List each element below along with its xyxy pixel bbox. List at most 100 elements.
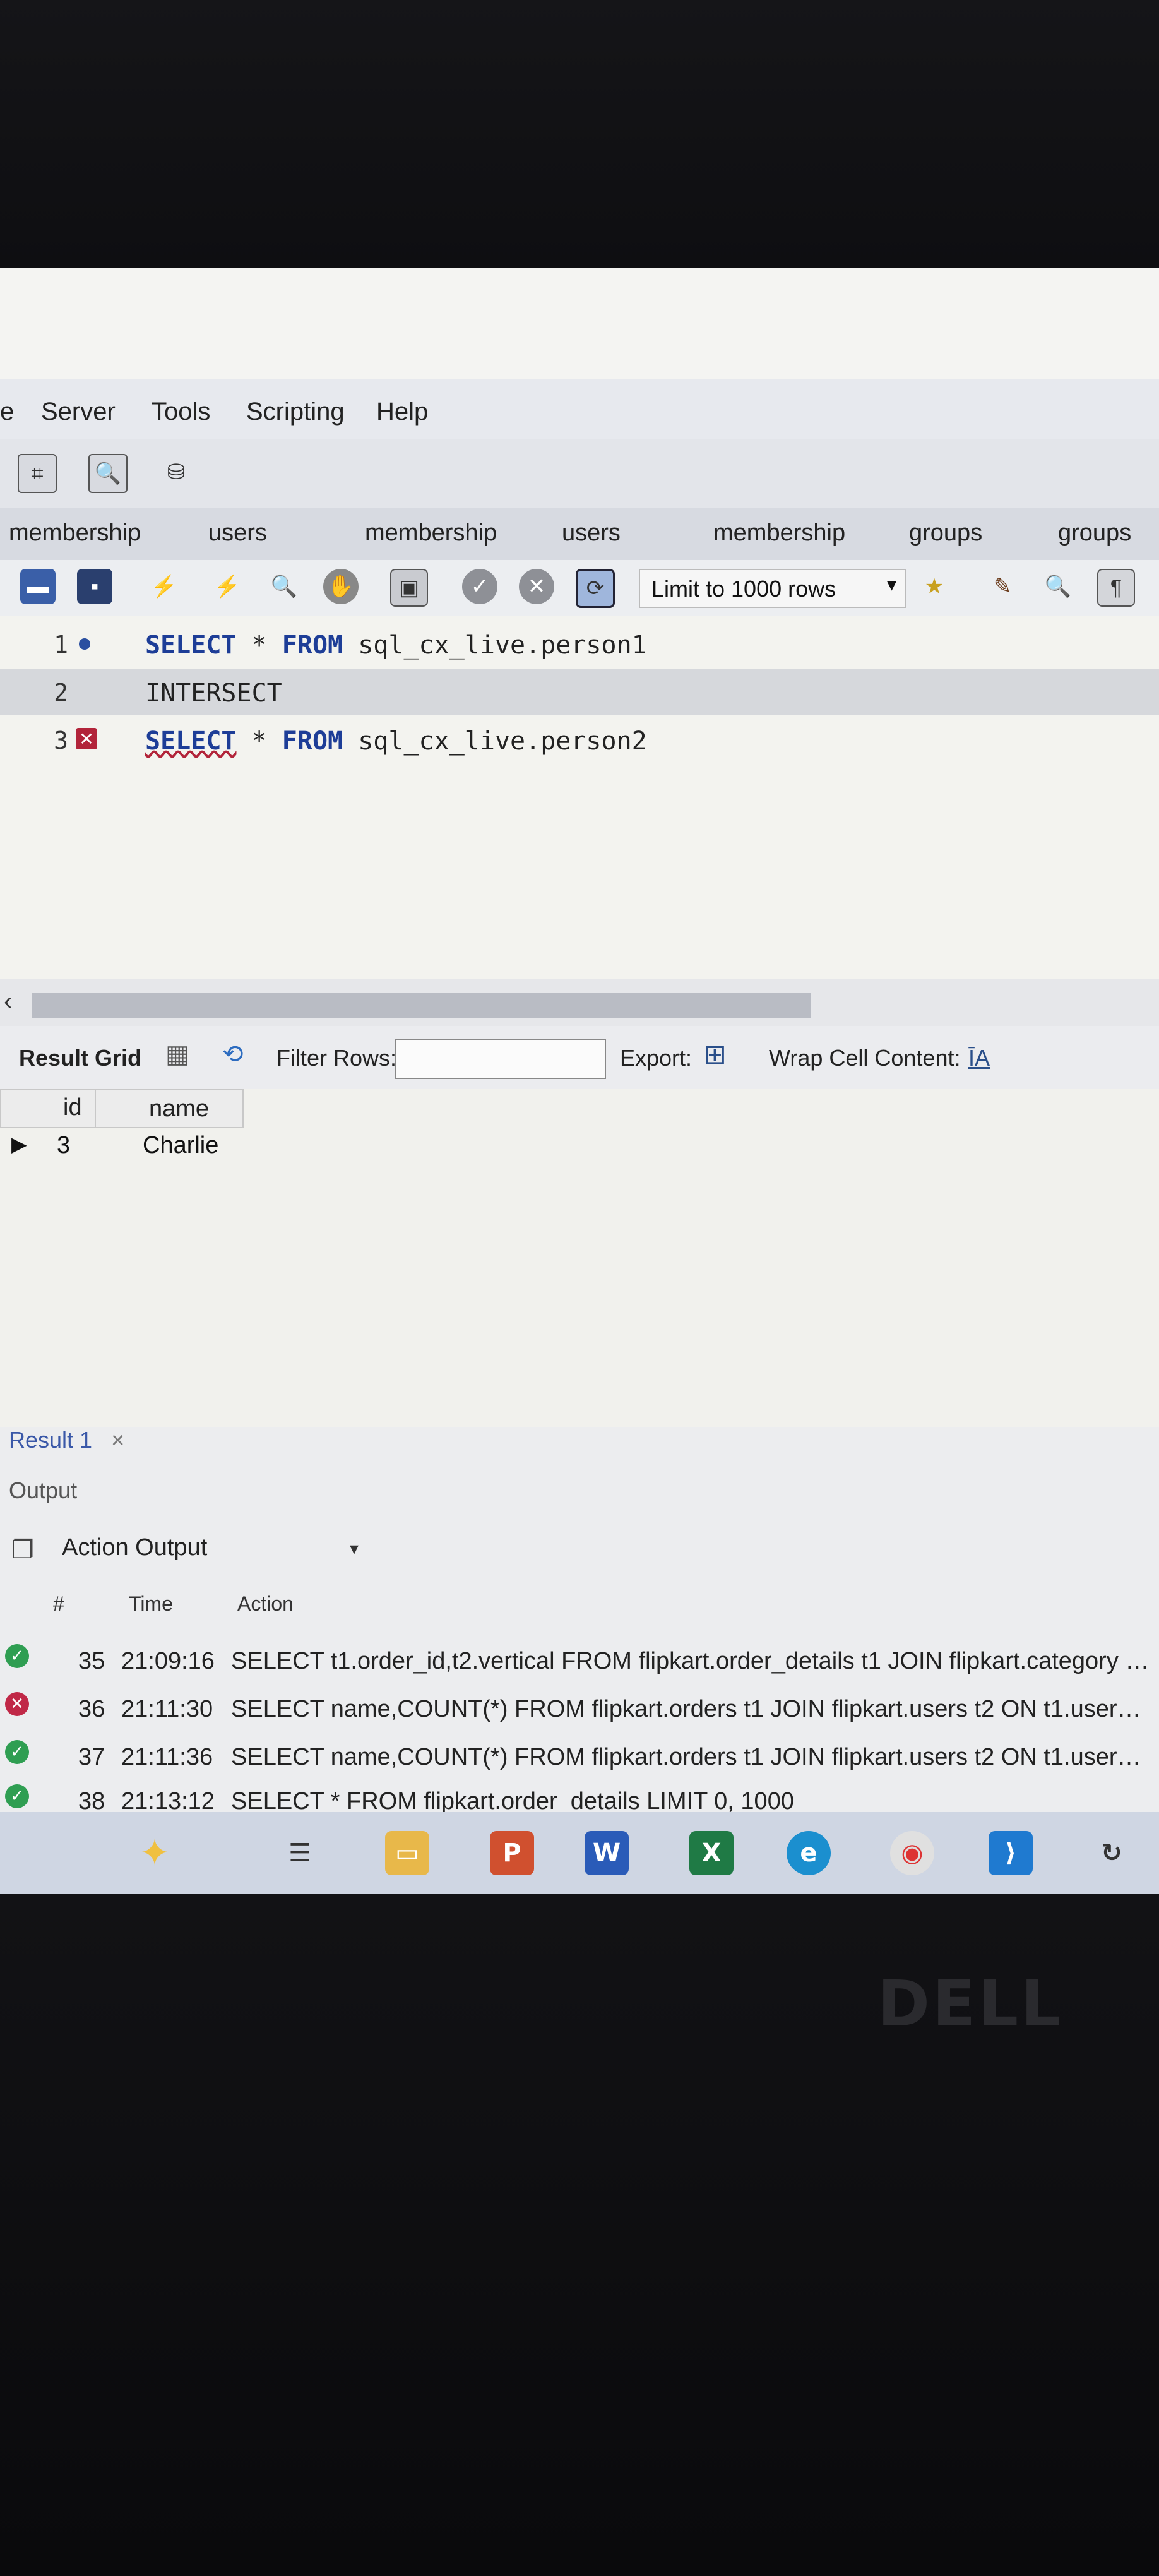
title-bar xyxy=(0,268,1159,379)
statement-dot-icon xyxy=(79,638,90,650)
line-number: 3 xyxy=(54,727,68,754)
close-icon[interactable]: × xyxy=(111,1427,124,1453)
edge-icon[interactable]: e xyxy=(787,1831,831,1875)
row-time: 21:09:16 xyxy=(121,1648,215,1674)
tab-users-1[interactable]: users xyxy=(208,520,267,547)
grid-icon[interactable]: ▦ xyxy=(165,1040,189,1069)
row-action: SELECT name,COUNT(*) FROM flipkart.order… xyxy=(231,1744,1153,1770)
stop-icon[interactable]: ✋ xyxy=(323,569,359,604)
output-panel: Result 1 × Output ❐ Action Output ▾ # Ti… xyxy=(0,1427,1159,1815)
refresh-icon[interactable]: ⟲ xyxy=(222,1040,244,1069)
tab-users-2[interactable]: users xyxy=(562,520,621,547)
line-number: 2 xyxy=(54,679,68,707)
column-header-id[interactable]: id xyxy=(0,1089,96,1128)
sql-editor[interactable]: 1 SELECT * FROM sql_cx_live.person1 2 IN… xyxy=(0,616,1159,979)
limit-rows-label: Limit to 1000 rows xyxy=(651,576,836,602)
save-icon[interactable]: ▪ xyxy=(77,569,112,604)
row-time: 21:13:12 xyxy=(121,1788,215,1815)
taskbar: ✦ ☰ ▭ P W X e ◉ ⟩ ↻ xyxy=(0,1812,1159,1894)
row-number: 37 xyxy=(78,1744,105,1770)
tab-groups-1[interactable]: groups xyxy=(909,520,982,547)
menu-scripting[interactable]: Scripting xyxy=(246,398,345,426)
scroll-thumb[interactable] xyxy=(32,993,811,1018)
powerpoint-icon[interactable]: P xyxy=(490,1831,534,1875)
row-action: SELECT t1.order_id,t2.vertical FROM flip… xyxy=(231,1648,1153,1674)
filter-rows-label: Filter Rows: xyxy=(276,1045,397,1071)
excel-icon[interactable]: X xyxy=(689,1831,734,1875)
code-text: SELECT * FROM sql_cx_live.person2 xyxy=(145,727,647,756)
table-row[interactable]: ▶ 3 Charlie xyxy=(0,1128,242,1165)
row-number: 38 xyxy=(78,1788,105,1815)
result-grid-tab[interactable]: Result Grid xyxy=(19,1045,141,1071)
vscode-icon[interactable]: ⟩ xyxy=(989,1831,1033,1875)
row-action: SELECT name,COUNT(*) FROM flipkart.order… xyxy=(231,1696,1153,1722)
success-icon: ✓ xyxy=(5,1784,29,1808)
list-item[interactable]: ✓ 35 21:09:16 SELECT t1.order_id,t2.vert… xyxy=(0,1635,1159,1681)
tab-result-1[interactable]: Result 1 × xyxy=(9,1427,124,1453)
cell-id[interactable]: 3 xyxy=(57,1132,70,1159)
column-header-name[interactable]: name xyxy=(95,1089,244,1128)
commit-icon[interactable]: ✓ xyxy=(462,569,497,604)
header-action: Action xyxy=(237,1592,294,1615)
copilot-icon[interactable]: ✦ xyxy=(133,1831,177,1875)
copy-icon[interactable]: ❐ xyxy=(11,1535,34,1565)
export-label: Export: xyxy=(620,1045,692,1071)
export-icon[interactable]: ⊞ xyxy=(703,1039,727,1071)
tab-membership-3[interactable]: membership xyxy=(713,520,845,547)
menu-help[interactable]: Help xyxy=(376,398,428,426)
inspector-icon[interactable]: 🔍 xyxy=(88,454,128,493)
list-item[interactable]: ✓ 37 21:11:36 SELECT name,COUNT(*) FROM … xyxy=(0,1731,1159,1777)
scroll-left-icon[interactable]: ‹ xyxy=(4,987,12,1016)
syntax-error-icon: ✕ xyxy=(76,728,97,749)
list-item[interactable]: ✕ 36 21:11:30 SELECT name,COUNT(*) FROM … xyxy=(0,1683,1159,1729)
horizontal-scrollbar[interactable]: ‹ xyxy=(0,979,1159,1026)
rollback-icon[interactable]: ✕ xyxy=(519,569,554,604)
output-label: Output xyxy=(9,1477,78,1503)
code-text: INTERSECT xyxy=(145,679,282,708)
word-icon[interactable]: W xyxy=(585,1831,629,1875)
explain-icon[interactable]: 🔍 xyxy=(266,569,302,604)
new-connection-icon[interactable]: ⌗ xyxy=(18,454,57,493)
menu-server[interactable]: Server xyxy=(41,398,116,426)
editor-line-3: 3 ✕ SELECT * FROM sql_cx_live.person2 xyxy=(0,717,1159,763)
header-time: Time xyxy=(129,1592,173,1615)
chevron-down-icon: ▾ xyxy=(886,575,896,595)
refresh-icon[interactable]: ↻ xyxy=(1090,1831,1134,1875)
success-icon: ✓ xyxy=(5,1740,29,1764)
result-toolbar: Result Grid ▦ ⟲ Filter Rows: Export: ⊞ W… xyxy=(0,1026,1159,1090)
success-icon: ✓ xyxy=(5,1644,29,1668)
autocommit-icon[interactable]: ⟳ xyxy=(576,569,615,608)
database-icon[interactable]: ⛁ xyxy=(158,454,194,491)
invisible-chars-icon[interactable]: ¶ xyxy=(1097,569,1135,607)
cell-name[interactable]: Charlie xyxy=(143,1132,218,1159)
sql-toolbar: ▬ ▪ ⚡ ⚡ 🔍 ✋ ▣ ✓ ✕ ⟳ Limit to 1000 rows ▾… xyxy=(0,560,1159,617)
brand-logo: DELL xyxy=(877,1967,1064,2041)
row-time: 21:11:30 xyxy=(121,1696,213,1722)
limit-rows-select[interactable]: Limit to 1000 rows ▾ xyxy=(639,569,906,608)
filter-rows-input[interactable] xyxy=(395,1039,606,1079)
file-explorer-icon[interactable]: ▭ xyxy=(385,1831,429,1875)
row-action: SELECT * FROM flipkart.order_details LIM… xyxy=(231,1788,794,1815)
menu-tools[interactable]: Tools xyxy=(152,398,210,426)
open-folder-icon[interactable]: ▬ xyxy=(20,569,56,604)
chevron-down-icon[interactable]: ▾ xyxy=(350,1538,359,1559)
tab-groups-2[interactable]: groups xyxy=(1058,520,1131,547)
execute-icon[interactable]: ⚡ xyxy=(146,569,182,604)
menu-edge-fragment: e xyxy=(0,398,15,426)
editor-line-1: 1 SELECT * FROM sql_cx_live.person1 xyxy=(0,621,1159,667)
execute-current-icon[interactable]: ⚡ xyxy=(210,569,245,604)
tab-membership-2[interactable]: membership xyxy=(365,520,497,547)
beautify-icon[interactable]: ★ xyxy=(917,569,952,604)
chrome-icon[interactable]: ◉ xyxy=(890,1831,934,1875)
brush-icon[interactable]: ✎ xyxy=(985,569,1020,604)
editor-tabs: membership users membership users member… xyxy=(0,508,1159,560)
error-icon: ✕ xyxy=(5,1692,29,1716)
find-icon[interactable]: 🔍 xyxy=(1040,569,1076,604)
wrap-cell-icon[interactable]: ĪA xyxy=(968,1045,990,1071)
toggle-icon[interactable]: ▣ xyxy=(390,569,428,607)
code-text: SELECT * FROM sql_cx_live.person1 xyxy=(145,631,647,660)
screen: e Server Tools Scripting Help ⌗ 🔍 ⛁ memb… xyxy=(0,268,1159,1894)
tab-membership-1[interactable]: membership xyxy=(9,520,141,547)
action-output-select[interactable]: Action Output xyxy=(62,1534,207,1561)
task-view-icon[interactable]: ☰ xyxy=(278,1831,322,1875)
